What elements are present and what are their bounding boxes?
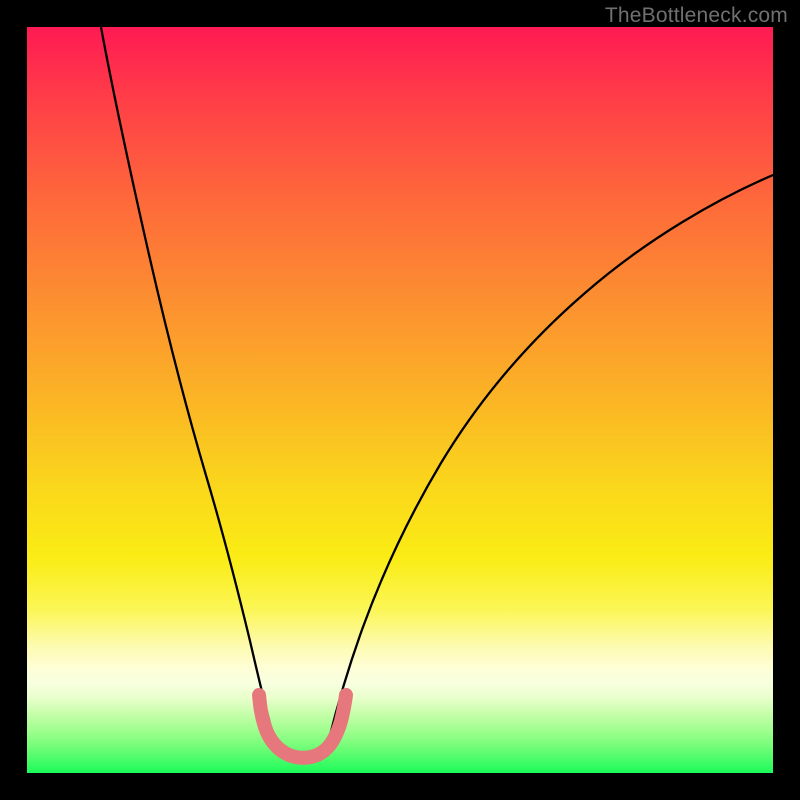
curve-right xyxy=(329,175,773,739)
watermark-label: TheBottleneck.com xyxy=(605,4,788,28)
chart-curves xyxy=(27,27,773,773)
marker-path xyxy=(259,695,346,758)
chart-frame: TheBottleneck.com xyxy=(0,0,800,800)
chart-plot-area xyxy=(27,27,773,773)
curve-left xyxy=(101,27,274,739)
